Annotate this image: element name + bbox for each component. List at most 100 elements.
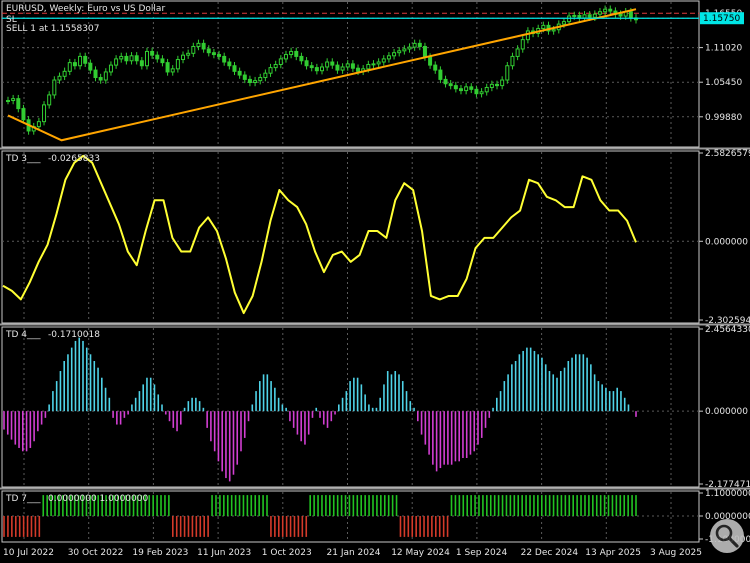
candle-body	[489, 83, 494, 88]
candle-body	[325, 61, 330, 68]
candle-body	[268, 67, 273, 74]
candle-body	[21, 108, 26, 121]
candle-body	[603, 8, 608, 13]
candle-body	[422, 45, 427, 58]
candle-body	[577, 14, 582, 19]
candle-body	[170, 68, 175, 73]
candle-body	[98, 77, 103, 81]
candle-body	[386, 55, 391, 60]
candle-body	[16, 98, 21, 110]
candle-body	[67, 62, 72, 72]
candle-body	[217, 54, 222, 57]
candle-body	[500, 79, 505, 87]
candle-body	[72, 62, 77, 67]
candle-body	[294, 50, 299, 57]
candle-body	[330, 61, 335, 66]
sell-order-label[interactable]: SELL 1 at 1.1558307	[6, 24, 99, 34]
x-tick-label: 11 Jun 2023	[197, 548, 251, 558]
td7-label: TD 7___	[6, 494, 41, 504]
candle-body	[150, 50, 155, 56]
candle-body	[36, 121, 41, 128]
candle-body	[340, 66, 345, 71]
candle-body	[139, 60, 144, 67]
x-tick-label: 19 Feb 2023	[132, 548, 188, 558]
td7-value: 0.0000000 1.0000000	[48, 494, 149, 504]
candle-body	[345, 63, 350, 68]
candle-body	[453, 85, 458, 90]
td4-label: TD 4___	[6, 330, 41, 340]
candle-body	[515, 48, 520, 57]
candle-body	[237, 70, 242, 76]
candle-body	[47, 94, 52, 106]
candle-body	[11, 98, 16, 102]
x-tick-label: 12 May 2024	[391, 548, 450, 558]
candle-body	[366, 63, 371, 70]
candle-body	[206, 48, 211, 54]
candle-body	[484, 86, 489, 93]
candle-body	[62, 70, 67, 77]
td4-value: -0.1710018	[48, 330, 100, 340]
candle-body	[52, 79, 57, 96]
magnifier-icon	[715, 524, 739, 548]
candle-body	[175, 59, 180, 70]
candle-body	[402, 48, 407, 52]
td3-value: -0.0265833	[48, 154, 100, 164]
candle-body	[124, 55, 129, 62]
x-tick-label: 10 Jul 2022	[3, 548, 54, 558]
candle-body	[114, 58, 119, 66]
candle-body	[592, 13, 597, 18]
candle-body	[505, 65, 510, 81]
candle-body	[458, 88, 463, 92]
zoom-button[interactable]	[710, 519, 744, 553]
y-tick-label: 0.99880	[705, 113, 742, 123]
y-tick-label: 2.4564330	[705, 325, 750, 335]
x-tick-label: 30 Oct 2022	[68, 548, 124, 558]
candle-body	[335, 64, 340, 71]
x-tick-label: 1 Oct 2023	[262, 548, 312, 558]
y-tick-label: 0.000000	[705, 407, 748, 417]
y-tick-label: 1.1000000	[705, 489, 750, 499]
candle-body	[479, 91, 484, 95]
candle-body	[222, 55, 227, 63]
candle-body	[88, 62, 93, 71]
td3-line	[2, 154, 637, 315]
candle-body	[392, 52, 397, 57]
candle-body	[144, 50, 149, 67]
candle-body	[582, 14, 587, 19]
candle-body	[232, 65, 237, 72]
candle-body	[551, 29, 556, 32]
candle-body	[227, 61, 232, 67]
y-tick-label: 2.5826579	[705, 149, 750, 159]
candle-body	[397, 50, 402, 54]
candle-body	[376, 61, 381, 65]
candle-body	[433, 64, 438, 71]
candle-body	[438, 69, 443, 80]
candle-body	[407, 46, 412, 50]
candle-body	[371, 63, 376, 66]
candle-body	[618, 13, 623, 17]
candle-body	[283, 54, 288, 60]
candle-body	[412, 42, 417, 48]
candle-body	[320, 66, 324, 72]
candle-body	[510, 55, 515, 67]
candle-body	[134, 55, 139, 62]
candle-body	[191, 45, 196, 54]
candle-body	[428, 56, 433, 66]
candle-body	[561, 21, 566, 25]
candle-body	[495, 83, 500, 87]
candle-body	[160, 58, 165, 64]
candle-body	[242, 74, 247, 80]
candle-body	[253, 80, 258, 84]
candle-body	[93, 69, 98, 79]
candle-body	[108, 64, 113, 73]
candle-body	[417, 42, 422, 47]
candle-body	[309, 65, 314, 69]
x-tick-label: 1 Sep 2024	[456, 548, 508, 558]
candle-body	[628, 11, 633, 19]
x-tick-label: 21 Jan 2024	[327, 548, 381, 558]
x-tick-label: 3 Aug 2025	[650, 548, 702, 558]
candle-body	[299, 55, 304, 62]
current-price-label: 1.15750	[703, 14, 740, 24]
candle-body	[129, 55, 134, 62]
candle-body	[572, 14, 577, 17]
